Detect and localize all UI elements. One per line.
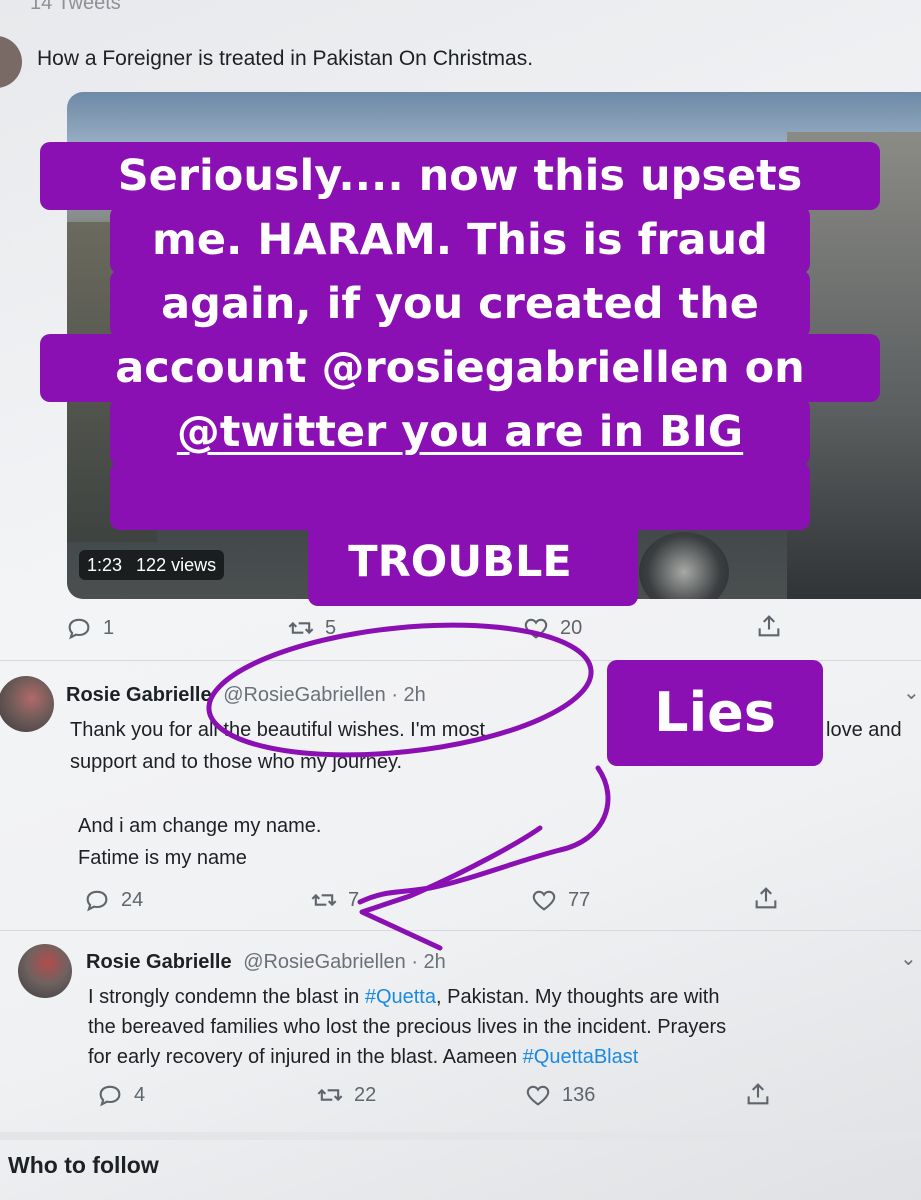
like-count: 136 [562,1083,596,1106]
retweet-icon [311,893,337,907]
overlay-text-line: @twitter you are in BIG [176,407,744,457]
tweet-text-end: love and [826,719,902,741]
like-button[interactable]: 77 [530,886,590,914]
like-count: 20 [560,616,583,639]
like-button[interactable]: 20 [522,614,582,642]
tweet-text: Thank you for all the beautiful wishes. … [70,719,486,741]
story-overlay-lies: Lies [607,660,823,766]
reply-count: 1 [103,616,115,639]
display-name[interactable]: Rosie Gabrielle [86,951,232,973]
heart-icon [526,1085,550,1106]
hashtag-link[interactable]: #QuettaBlast [523,1046,639,1068]
retweet-button[interactable]: 5 [287,614,336,642]
heart-icon [532,890,556,911]
retweet-icon [317,1088,343,1102]
like-count: 77 [568,888,591,911]
like-button[interactable]: 136 [524,1081,595,1109]
reply-icon [86,890,108,912]
tweet-menu-chevron-icon[interactable]: ⌄ [903,680,920,705]
share-button[interactable] [752,884,780,912]
story-overlay-main: Seriously.... now this upsets me. HARAM.… [40,128,880,606]
retweet-icon [288,621,314,635]
overlay-text-line: me. HARAM. This is fraud [152,215,768,265]
retweet-button[interactable]: 22 [316,1081,376,1109]
retweet-button[interactable]: 7 [310,886,359,914]
tweet-text: support and to those who my journey. [70,751,403,773]
display-name[interactable]: Rosie Gabrielle [66,684,212,706]
tweet-text: for early recovery of injured in the bla… [88,1046,639,1068]
tweet-text: And i am change my name. [78,815,322,837]
tweet-count: 14 Tweets [30,0,121,14]
divider [0,1132,921,1140]
tweet-text: Fatime is my name [78,847,247,869]
share-icon [747,1083,769,1105]
tweet-text: How a Foreigner is treated in Pakistan O… [37,47,534,70]
retweet-count: 22 [354,1083,377,1106]
reply-button[interactable]: 24 [83,886,143,914]
handle[interactable]: @RosieGabriellen · 2h [223,684,426,706]
avatar[interactable] [0,36,22,88]
hashtag-link[interactable]: #Quetta [365,986,436,1008]
retweet-count: 7 [348,888,360,911]
share-icon [758,615,780,637]
overlay-lies-text: Lies [654,681,776,744]
share-icon [755,887,777,909]
reply-icon [99,1085,121,1107]
handle[interactable]: @RosieGabriellen · 2h [243,951,446,973]
heart-icon [524,618,548,639]
overlay-text-line: again, if you created the [161,279,759,329]
tweet-text: the bereaved families who lost the preci… [88,1016,727,1038]
reply-icon [68,618,90,640]
annotation-arrow [357,765,611,905]
overlay-line-bg [110,462,810,530]
share-button[interactable] [755,612,783,640]
share-button[interactable] [744,1080,772,1108]
overlay-text-line: account @rosiegabriellen on [115,343,805,393]
reply-button[interactable]: 4 [96,1081,145,1109]
reply-button[interactable]: 1 [65,614,114,642]
tweet-menu-chevron-icon[interactable]: ⌄ [900,946,917,971]
overlay-text-line: Seriously.... now this upsets [117,151,803,201]
retweet-count: 5 [325,616,337,639]
reply-count: 24 [121,888,144,911]
divider [0,930,921,931]
avatar[interactable] [18,944,72,998]
tweet-header: Rosie Gabrielle @RosieGabriellen · 2h [66,684,426,707]
avatar[interactable] [0,676,54,732]
tweet-header: Rosie Gabrielle @RosieGabriellen · 2h [86,951,446,974]
tweet-text: I strongly condemn the blast in #Quetta,… [88,986,720,1008]
reply-count: 4 [134,1083,146,1106]
who-to-follow-heading: Who to follow [8,1152,159,1178]
overlay-text-line: TROUBLE [348,537,572,587]
